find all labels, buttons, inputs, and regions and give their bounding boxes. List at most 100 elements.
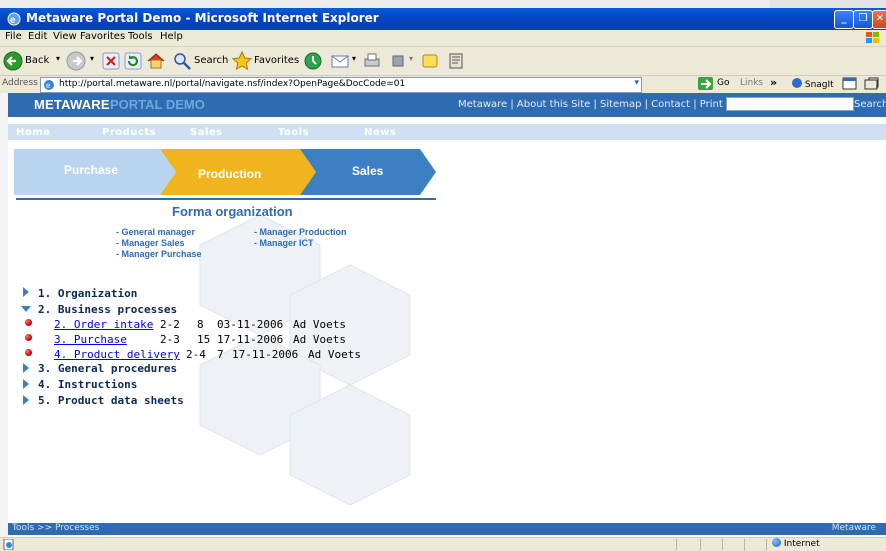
window-title: Metaware Portal Demo - Microsoft Interne… [26,11,379,25]
svg-text:e: e [10,15,16,26]
link-manager-production[interactable]: - Manager Production [254,227,347,237]
snagit-label: SnagIt [804,80,834,90]
collapsed-triangle-icon[interactable] [22,287,30,297]
forward-dropdown-icon[interactable]: ▾ [90,54,94,63]
page-loaded-icon [3,539,14,550]
discuss-icon[interactable] [420,51,440,71]
mail-icon[interactable] [330,51,352,71]
doc-version: 8 [197,318,204,331]
search-label[interactable]: Search [194,55,228,66]
nav-news[interactable]: News [364,127,396,138]
snagit-button[interactable]: SnagIt [792,78,834,90]
portal-search-label[interactable]: Search [854,99,886,110]
doc-code: 2-2 [160,318,180,331]
portal-search-input[interactable] [726,97,854,111]
doc-author: Ad Voets [293,318,346,331]
tree-item-organization[interactable]: 1. Organization [38,287,137,300]
tree-item-general-procedures[interactable]: 3. General procedures [38,362,177,375]
page-icon: e [44,80,54,90]
nav-products[interactable]: Products [102,127,156,138]
favorites-label[interactable]: Favorites [254,55,299,66]
footer-breadcrumb[interactable]: Tools >> Processes [12,523,99,533]
menu-file[interactable]: File [5,31,22,42]
ie-logo-icon: e [7,12,21,26]
edit-icon[interactable] [389,51,409,71]
research-icon[interactable] [446,51,466,71]
menu-edit[interactable]: Edit [28,31,47,42]
tree-item-product-data-sheets[interactable]: 5. Product data sheets [38,394,184,407]
desktop-strip-right [770,0,886,8]
collapsed-triangle-icon[interactable] [22,395,30,405]
favorites-star-icon[interactable] [232,51,252,71]
address-label: Address [2,78,38,88]
logo-metaware[interactable]: METAWARE [34,97,110,112]
doc-link-purchase[interactable]: 3. Purchase [54,333,127,346]
security-zone-label: Internet [783,539,820,549]
maximize-button[interactable]: ❐ [853,10,873,29]
toolbar-chevron-icon[interactable]: » [770,76,777,89]
doc-version: 15 [197,333,211,346]
address-input[interactable]: e http://portal.metaware.nl/portal/navig… [40,77,642,93]
snagit-capture-icon[interactable] [864,77,880,91]
menu-view[interactable]: View [53,31,77,42]
doc-author: Ad Voets [308,348,361,361]
menu-favorites[interactable]: Favorites [80,31,125,42]
forma-title: Forma organization [172,204,293,219]
arrow-purchase-label: Purchase [64,163,118,177]
close-button[interactable]: ✕ [872,10,886,29]
doc-author: Ad Voets [293,333,346,346]
status-bar: Internet [0,537,886,551]
document-status-icon [25,319,32,326]
status-separator [676,539,677,550]
refresh-icon[interactable] [124,52,142,70]
stop-icon[interactable] [102,52,120,70]
print-icon[interactable] [362,51,382,71]
snagit-icon [792,78,802,88]
address-url: http://portal.metaware.nl/portal/navigat… [59,79,406,89]
history-icon[interactable] [303,51,323,71]
collapsed-triangle-icon[interactable] [22,379,30,389]
collapsed-triangle-icon[interactable] [22,363,30,373]
links-label[interactable]: Links [740,78,763,88]
snagit-window-icon[interactable] [842,77,858,91]
doc-row-purchase: 3. Purchase [54,333,127,346]
address-dropdown-icon[interactable]: ▾ [634,78,639,88]
expanded-triangle-icon[interactable] [21,305,31,313]
forward-arrow-icon[interactable] [66,51,86,71]
doc-code: 2-4 [186,348,206,361]
logo-portal-demo[interactable]: PORTAL DEMO [110,97,205,112]
menu-tools[interactable]: Tools [128,31,153,42]
arrow-sales-label: Sales [352,164,384,178]
doc-link-order-intake[interactable]: 2. Order intake [54,318,153,331]
status-separator [700,539,701,550]
home-icon[interactable] [146,51,166,71]
menu-help[interactable]: Help [160,31,183,42]
link-manager-sales[interactable]: - Manager Sales [116,238,185,248]
tree-item-business-processes[interactable]: 2. Business processes [38,303,177,316]
back-arrow-icon[interactable] [3,51,23,71]
nav-tools[interactable]: Tools [278,127,309,138]
nav-home[interactable]: Home [16,127,50,138]
go-label: Go [717,78,730,88]
back-dropdown-icon[interactable]: ▾ [56,54,60,63]
doc-link-product-delivery[interactable]: 4. Product delivery [54,348,180,361]
main-nav: Home Products Sales Tools News [8,124,886,140]
doc-date: 17-11-2006 [217,333,284,346]
minimize-button[interactable]: _ [834,10,854,29]
menu-bar: File Edit View Favorites Tools Help [0,30,886,47]
link-general-manager[interactable]: - General manager [116,227,195,237]
status-separator [722,539,723,550]
mail-dropdown-icon[interactable]: ▾ [352,54,356,63]
globe-icon [772,538,781,547]
edit-dropdown-icon[interactable]: ▾ [409,54,413,63]
link-manager-ict[interactable]: - Manager ICT [254,238,314,248]
address-bar: Address e http://portal.metaware.nl/port… [0,76,886,94]
nav-sales[interactable]: Sales [190,127,223,138]
portal-footer: Tools >> Processes Metaware [8,523,886,535]
window-title-bar[interactable]: Metaware Portal Demo - Microsoft Interne… [0,8,886,30]
link-manager-purchase[interactable]: - Manager Purchase [116,249,202,259]
top-links[interactable]: Metaware | About this Site | Sitemap | C… [458,99,723,110]
tree-item-instructions[interactable]: 4. Instructions [38,378,137,391]
back-label[interactable]: Back [25,55,49,66]
search-icon[interactable] [172,51,192,71]
